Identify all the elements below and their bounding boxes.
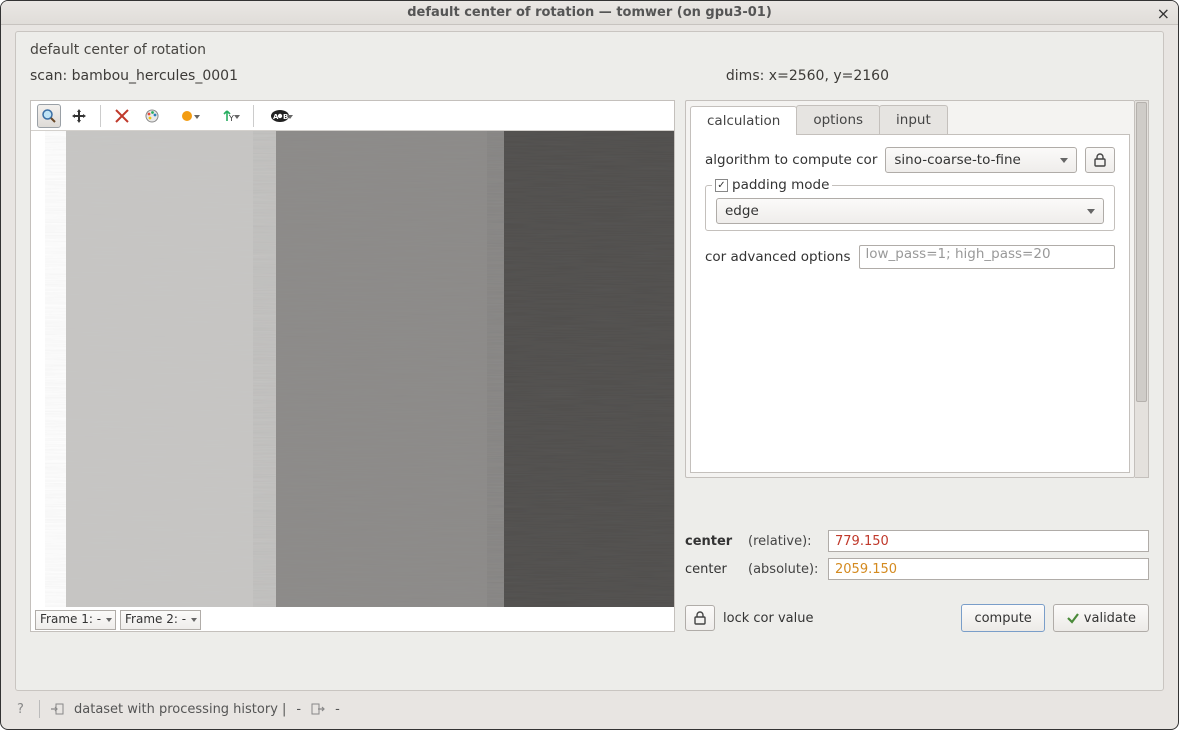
frame1-select[interactable]: Frame 1: -	[35, 610, 116, 630]
action-row: lock cor value compute validate	[685, 604, 1149, 632]
algo-row: algorithm to compute cor sino-coarse-to-…	[705, 147, 1115, 173]
status-text: dataset with processing history |	[74, 702, 286, 717]
y-axis-icon: Y	[220, 109, 234, 123]
toolbar-separator	[253, 105, 254, 127]
compute-label: compute	[974, 611, 1031, 626]
palette-icon	[144, 108, 160, 124]
validate-button[interactable]: validate	[1053, 604, 1149, 632]
lock-cor-button[interactable]	[685, 605, 715, 631]
check-icon	[1066, 611, 1080, 625]
tab-frame-wrap: calculation options input algorithm to c…	[685, 100, 1149, 478]
dims-value: x=2560, y=2160	[769, 68, 889, 84]
adv-options-input[interactable]: low_pass=1; high_pass=20	[859, 245, 1116, 269]
compute-button[interactable]: compute	[961, 604, 1044, 632]
main-row: Y AB	[30, 100, 1149, 632]
help-icon[interactable]: ?	[15, 702, 29, 716]
tab-input[interactable]: input	[879, 105, 948, 134]
svg-text:?: ?	[17, 702, 24, 716]
scan-info: scan: bambou_hercules_0001	[30, 68, 238, 84]
status-dash1: -	[296, 702, 301, 717]
zoom-icon	[41, 108, 57, 124]
tab-input-label: input	[896, 112, 931, 128]
tab-frame: calculation options input algorithm to c…	[685, 100, 1135, 478]
center-relative-value: 779.150	[835, 534, 889, 549]
padding-value: edge	[725, 203, 759, 219]
image-panel: Y AB	[30, 100, 675, 632]
lock-icon	[694, 611, 706, 625]
crosshair-button[interactable]	[110, 104, 134, 128]
padding-checkbox[interactable]: ✓	[715, 179, 728, 192]
frame-title: default center of rotation	[30, 42, 1149, 58]
crosshair-icon	[114, 108, 130, 124]
frame-selector-row: Frame 1: - Frame 2: -	[31, 607, 674, 631]
status-dash2: -	[335, 702, 340, 717]
window-title: default center of rotation — tomwer (on …	[407, 5, 772, 20]
tab-body-calculation: algorithm to compute cor sino-coarse-to-…	[690, 134, 1130, 473]
scan-label: scan:	[30, 68, 67, 84]
tab-options-label: options	[813, 112, 863, 128]
center-relative-label: (relative):	[748, 534, 820, 549]
center-plain-label: center	[685, 562, 740, 577]
adv-label: cor advanced options	[705, 249, 851, 265]
image-toolbar: Y AB	[31, 101, 674, 131]
import-icon[interactable]	[50, 702, 64, 716]
algo-select[interactable]: sino-coarse-to-fine	[885, 147, 1077, 173]
frame2-select[interactable]: Frame 2: -	[120, 610, 201, 630]
toolbar-separator	[100, 105, 101, 127]
info-row: scan: bambou_hercules_0001 dims: x=2560,…	[30, 68, 1149, 84]
scan-value: bambou_hercules_0001	[72, 68, 238, 84]
y-axis-button[interactable]: Y	[210, 104, 244, 128]
center-absolute-label: (absolute):	[748, 562, 820, 577]
close-icon[interactable]: ×	[1157, 4, 1170, 23]
center-values: center (relative): 779.150 center (absol…	[685, 530, 1149, 586]
image-canvas[interactable]	[31, 131, 674, 607]
center-absolute-input[interactable]: 2059.150	[828, 558, 1149, 580]
padding-legend: ✓ padding mode	[712, 177, 832, 193]
dims-info: dims: x=2560, y=2160	[726, 68, 889, 84]
tab-scrollbar[interactable]	[1135, 100, 1149, 478]
validate-label: validate	[1084, 611, 1136, 626]
lock-icon	[1094, 153, 1106, 167]
center-absolute-row: center (absolute): 2059.150	[685, 558, 1149, 580]
svg-text:B: B	[283, 113, 288, 121]
padding-label: padding mode	[732, 177, 829, 193]
status-bar: ? dataset with processing history | - -	[15, 697, 1164, 721]
circle-icon	[180, 109, 194, 123]
center-absolute-value: 2059.150	[835, 562, 897, 577]
controls-panel: calculation options input algorithm to c…	[685, 100, 1149, 632]
pan-icon	[71, 108, 87, 124]
dims-label: dims:	[726, 68, 764, 84]
status-separator	[39, 700, 40, 718]
padding-group: ✓ padding mode edge	[705, 185, 1115, 231]
title-bar[interactable]: default center of rotation — tomwer (on …	[1, 1, 1178, 25]
adv-options-placeholder: low_pass=1; high_pass=20	[866, 246, 1051, 262]
frame2-value: Frame 2: -	[125, 612, 186, 626]
tabs-row: calculation options input	[690, 105, 1130, 134]
palette-button[interactable]	[140, 104, 164, 128]
ab-compare-icon: AB	[270, 109, 290, 123]
tab-calculation-label: calculation	[707, 113, 780, 129]
ab-compare-button[interactable]: AB	[263, 104, 297, 128]
app-window: default center of rotation — tomwer (on …	[0, 0, 1179, 730]
main-frame: default center of rotation scan: bambou_…	[15, 31, 1164, 691]
algo-lock-button[interactable]	[1085, 147, 1115, 173]
frame1-value: Frame 1: -	[40, 612, 101, 626]
center-relative-input[interactable]: 779.150	[828, 530, 1149, 552]
svg-text:Y: Y	[228, 114, 234, 123]
center-relative-row: center (relative): 779.150	[685, 530, 1149, 552]
tab-options[interactable]: options	[796, 105, 880, 134]
tab-calculation[interactable]: calculation	[690, 106, 797, 135]
scrollbar-thumb[interactable]	[1136, 102, 1147, 402]
mask-button[interactable]	[170, 104, 204, 128]
algo-label: algorithm to compute cor	[705, 152, 877, 168]
export-icon[interactable]	[311, 702, 325, 716]
center-bold-label: center	[685, 534, 740, 549]
adv-row: cor advanced options low_pass=1; high_pa…	[705, 245, 1115, 269]
algo-value: sino-coarse-to-fine	[894, 152, 1020, 168]
lock-cor-label: lock cor value	[723, 611, 813, 626]
padding-select[interactable]: edge	[716, 198, 1104, 224]
pan-button[interactable]	[67, 104, 91, 128]
zoom-button[interactable]	[37, 104, 61, 128]
